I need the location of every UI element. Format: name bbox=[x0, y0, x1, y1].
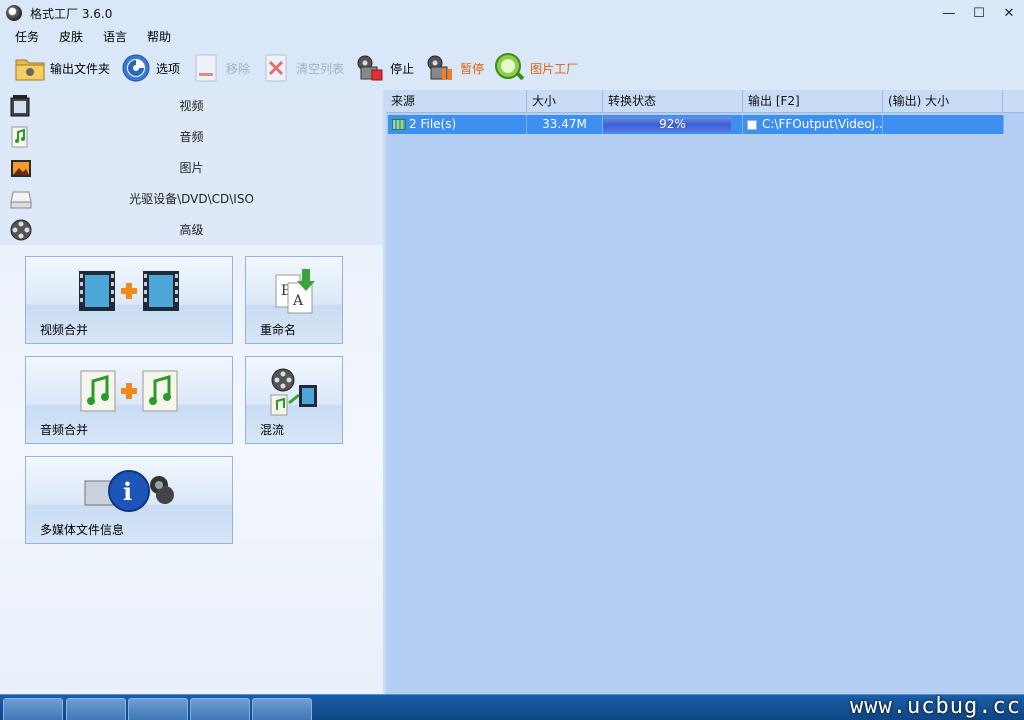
taskbar-item-3[interactable] bbox=[128, 698, 188, 720]
svg-text:A: A bbox=[292, 293, 304, 309]
category-disc-drive[interactable]: 光驱设备\DVD\CD\ISO bbox=[0, 183, 383, 214]
column-output[interactable]: 输出 [F2] bbox=[743, 90, 883, 113]
category-video[interactable]: 视频 bbox=[0, 90, 383, 121]
menu-language[interactable]: 语言 bbox=[100, 28, 130, 45]
clear-list-button[interactable]: 清空列表 bbox=[260, 48, 344, 88]
taskbar-item-4[interactable] bbox=[190, 698, 250, 720]
taskbar-item-5[interactable] bbox=[252, 698, 312, 720]
menu-task[interactable]: 任务 bbox=[12, 28, 42, 45]
table-row[interactable]: 2 File(s) 33.47M 92% C:\FFOutput\VideoJ.… bbox=[388, 115, 1004, 134]
column-output-size[interactable]: (输出) 大小 bbox=[883, 90, 1003, 113]
picture-icon bbox=[10, 157, 31, 179]
cell-output: C:\FFOutput\VideoJ... bbox=[743, 115, 883, 134]
watermark: www.ucbug.cc bbox=[850, 694, 1021, 719]
disc-drive-icon bbox=[10, 188, 32, 210]
picture-factory-icon bbox=[494, 52, 526, 84]
category-audio[interactable]: 音频 bbox=[0, 121, 383, 152]
tile-media-info[interactable]: i 多媒体文件信息 bbox=[25, 456, 233, 544]
window-controls: — ☐ ✕ bbox=[934, 0, 1024, 26]
tile-video-merge[interactable]: 视频合并 bbox=[25, 256, 233, 344]
task-list-panel: 来源 大小 转换状态 输出 [F2] (输出) 大小 2 File(s) 33.… bbox=[386, 90, 1024, 694]
picture-factory-button[interactable]: 图片工厂 bbox=[494, 48, 578, 88]
menu-skin[interactable]: 皮肤 bbox=[56, 28, 86, 45]
menu-help[interactable]: 帮助 bbox=[144, 28, 174, 45]
file-group-icon bbox=[392, 119, 406, 130]
stop-button[interactable]: 停止 bbox=[354, 48, 414, 88]
taskbar-item-1[interactable] bbox=[3, 698, 63, 720]
pause-icon bbox=[424, 52, 456, 84]
toolbar: 输出文件夹 选项 移除 清空列表 停止 暂停 图片工厂 bbox=[0, 46, 1024, 90]
options-button[interactable]: 选项 bbox=[120, 48, 180, 88]
task-table-header: 来源 大小 转换状态 输出 [F2] (输出) 大小 bbox=[386, 90, 1024, 113]
rename-icon: BA bbox=[246, 267, 342, 315]
remove-button[interactable]: 移除 bbox=[190, 48, 250, 88]
output-folder-button[interactable]: 输出文件夹 bbox=[14, 48, 110, 88]
clear-list-icon bbox=[260, 52, 292, 84]
category-picture[interactable]: 图片 bbox=[0, 152, 383, 183]
checkbox[interactable] bbox=[747, 119, 757, 130]
cell-output-size bbox=[883, 115, 1004, 134]
column-source[interactable]: 来源 bbox=[386, 90, 527, 113]
tile-rename[interactable]: BA 重命名 bbox=[245, 256, 343, 344]
category-list: 视频 音频 图片 光驱设备\DVD\CD\ISO 高级 bbox=[0, 90, 383, 245]
video-merge-icon bbox=[26, 267, 232, 315]
menu-bar: 任务 皮肤 语言 帮助 bbox=[0, 26, 1024, 46]
category-advanced[interactable]: 高级 bbox=[0, 214, 383, 245]
remove-icon bbox=[190, 52, 222, 84]
cell-source: 2 File(s) bbox=[388, 115, 527, 134]
advanced-tiles: 视频合并 BA 重命名 音频合并 混流 i 多媒体文件信息 bbox=[0, 245, 383, 701]
left-panel: 视频 音频 图片 光驱设备\DVD\CD\ISO 高级 视频合并 B A 重命名… bbox=[0, 90, 383, 694]
taskbar-item-2[interactable] bbox=[66, 698, 126, 720]
title-bar: 格式工厂 3.6.0 — ☐ ✕ bbox=[0, 0, 1024, 26]
audio-merge-icon bbox=[26, 367, 232, 415]
options-icon bbox=[120, 52, 152, 84]
close-button[interactable]: ✕ bbox=[994, 0, 1024, 26]
window-title: 格式工厂 3.6.0 bbox=[30, 6, 113, 21]
folder-icon bbox=[14, 52, 46, 84]
stop-icon bbox=[354, 52, 386, 84]
column-size[interactable]: 大小 bbox=[527, 90, 603, 113]
svg-text:i: i bbox=[123, 477, 132, 506]
film-icon bbox=[10, 95, 30, 117]
app-icon bbox=[6, 5, 22, 21]
tile-mux[interactable]: 混流 bbox=[245, 356, 343, 444]
maximize-button[interactable]: ☐ bbox=[964, 0, 994, 26]
media-info-icon: i bbox=[26, 467, 232, 515]
cell-size: 33.47M bbox=[527, 115, 603, 134]
cell-progress: 92% bbox=[603, 115, 743, 134]
minimize-button[interactable]: — bbox=[934, 0, 964, 26]
tile-audio-merge[interactable]: 音频合并 bbox=[25, 356, 233, 444]
pause-button[interactable]: 暂停 bbox=[424, 48, 484, 88]
column-status[interactable]: 转换状态 bbox=[603, 90, 743, 113]
film-reel-icon bbox=[10, 219, 32, 241]
mux-icon bbox=[246, 367, 342, 417]
music-icon bbox=[10, 126, 30, 148]
